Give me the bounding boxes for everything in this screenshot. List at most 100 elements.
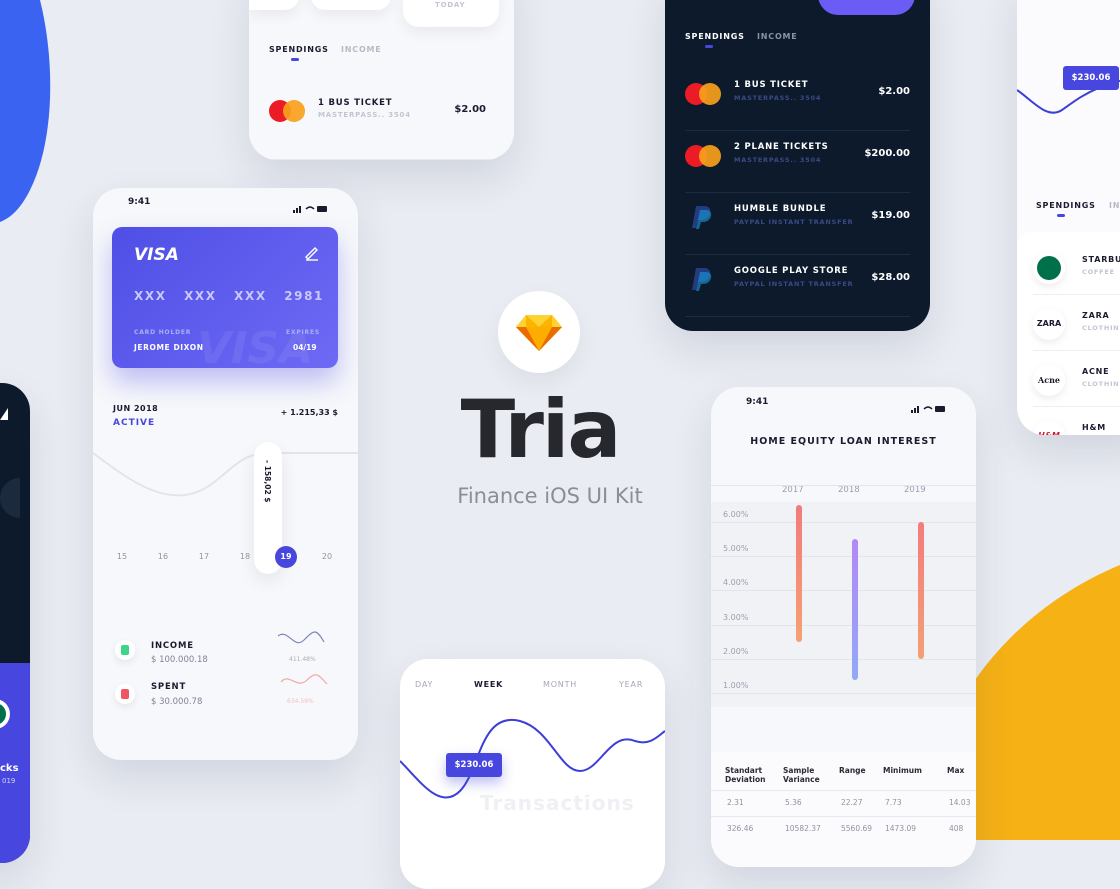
merchant-name: STARBU — [1082, 255, 1120, 264]
day-card[interactable] — [249, 0, 299, 10]
transaction-amount: $2.00 — [454, 104, 486, 115]
merchants-phone: $230.06 SPENDINGS IN STARBU COFFEE ZARA ZAR… — [1017, 0, 1120, 435]
transaction-title: 1 BUS TICKET — [734, 80, 809, 90]
credit-card[interactable]: VISA XXX XXX XXX 2981 VISA CARD HOLDER JERO… — [112, 227, 338, 368]
grid-line — [711, 624, 976, 626]
transaction-row[interactable]: 1 BUS TICKET MASTERPASS.. 3504 $2.00 — [269, 98, 494, 138]
transaction-amount: $200.00 — [864, 148, 910, 159]
hero-title: Tria — [460, 383, 622, 476]
mastercard-icon — [685, 83, 721, 105]
day-18[interactable]: 18 — [234, 546, 256, 568]
grid-line — [711, 693, 976, 694]
card-phone: 9:41 VISA XXX XXX XXX 2981 VISA CARD HOLDER… — [93, 188, 358, 760]
table-header: Standart Deviation — [725, 766, 766, 784]
sketch-icon — [516, 315, 562, 351]
tab-year[interactable]: YEAR — [619, 680, 643, 689]
transaction-amount: $2.00 — [878, 86, 910, 97]
yellow-blob — [975, 565, 1120, 840]
day-19[interactable]: 19 — [275, 546, 297, 568]
blue-card[interactable]: cks 019 — [0, 663, 30, 863]
balance-value: + 1.215,33 $ — [280, 408, 338, 417]
transaction-row[interactable]: 1 BUS TICKET MASTERPASS.. 3504 $2.00 — [685, 75, 910, 125]
transaction-sub: PAYPAL INSTANT TRANSFER — [734, 280, 854, 288]
tab-spendings[interactable]: SPENDINGS — [1036, 201, 1096, 210]
transaction-sub: MASTERPASS.. 3504 — [318, 111, 411, 119]
y-tick-label: 3.00% — [723, 612, 749, 622]
period-label: JUN 2018 — [113, 404, 159, 413]
day-16[interactable]: 16 — [152, 546, 174, 568]
merchant-logo — [1033, 252, 1065, 284]
transaction-row[interactable]: 2 PLANE TICKETS MASTERPASS.. 3504 $200.00 — [685, 137, 910, 187]
tab-income[interactable]: IN — [1109, 201, 1120, 210]
transaction-sub: PAYPAL INSTANT TRANSFER — [734, 218, 854, 226]
chart-area: 6.00% 5.00% 4.00% 3.00% 2.00% 1.00% — [711, 502, 976, 707]
day-17[interactable]: 17 — [193, 546, 215, 568]
holder-label: CARD HOLDER — [134, 329, 192, 336]
expires-value: 04/19 — [293, 343, 317, 352]
toggle-shape — [0, 478, 20, 518]
day-card[interactable] — [311, 0, 391, 10]
blue-blob — [0, 0, 51, 222]
starbucks-logo — [0, 699, 10, 729]
table-cell: 22.27 — [841, 798, 863, 807]
table-cell: 10582.37 — [785, 824, 821, 833]
balance-curve — [93, 452, 358, 497]
tab-week[interactable]: WEEK — [474, 680, 503, 689]
today-card[interactable]: TODAY — [403, 0, 499, 27]
status-icons — [911, 398, 947, 413]
transaction-title: 2 PLANE TICKETS — [734, 142, 829, 152]
merchant-category: CLOTHIN — [1082, 324, 1120, 332]
y-tick-label: 1.00% — [723, 681, 749, 690]
table-header: Sample Variance — [783, 766, 820, 784]
bar-2017 — [796, 505, 802, 642]
value-tooltip: $230.06 — [446, 753, 502, 777]
divider — [269, 159, 494, 160]
income-icon — [115, 640, 135, 660]
tab-income[interactable]: INCOME — [341, 45, 382, 54]
active-tab-indicator — [1057, 214, 1065, 217]
sketch-logo — [498, 291, 580, 373]
bar-2018 — [852, 539, 858, 680]
active-tab-indicator — [705, 45, 713, 48]
spent-label: SPENT — [151, 682, 187, 692]
mastercard-icon — [685, 145, 721, 167]
merchant-name: ACNE — [1082, 367, 1110, 376]
status-icons — [293, 198, 329, 213]
tab-day[interactable]: DAY — [415, 680, 433, 689]
spent-icon — [115, 684, 135, 704]
transaction-row[interactable]: GOOGLE PLAY STORE PAYPAL INSTANT TRANSFER… — [685, 261, 910, 311]
table-cell: 5.36 — [785, 798, 802, 807]
merchant-category: COFFEE — [1082, 268, 1115, 276]
tab-spendings[interactable]: SPENDINGS — [269, 45, 329, 54]
year-label: 2017 — [782, 485, 804, 495]
merchant-row[interactable]: H&MH&MCLOTHIN — [1017, 420, 1120, 435]
day-15[interactable]: 15 — [111, 546, 133, 568]
slider-value: - 158,02 $ — [263, 460, 272, 503]
grid-line — [711, 522, 976, 523]
table-divider — [711, 790, 976, 791]
merchant-name: ZARA — [1082, 311, 1110, 320]
merchant-logo: ZARA — [1033, 308, 1065, 340]
transaction-title: GOOGLE PLAY STORE — [734, 266, 849, 276]
tab-income[interactable]: INCOME — [757, 32, 798, 41]
grid-line — [711, 658, 976, 660]
bar-2019 — [918, 522, 924, 660]
divider — [1033, 294, 1120, 295]
day-20[interactable]: 20 — [316, 546, 338, 568]
transaction-row[interactable]: HUMBLE BUNDLE PAYPAL INSTANT TRANSFER $19.… — [685, 199, 910, 249]
dark-left-phone: cks 019 — [0, 383, 30, 863]
top-action-button[interactable] — [818, 0, 915, 15]
week-phone: DAY WEEK MONTH YEAR $230.06 Transactions — [400, 659, 665, 889]
divider — [685, 254, 910, 255]
tab-spendings[interactable]: SPENDINGS — [685, 32, 745, 41]
tab-month[interactable]: MONTH — [543, 680, 577, 689]
edit-icon[interactable] — [304, 245, 320, 261]
status-time: 9:41 — [128, 197, 151, 207]
year-label: 2018 — [838, 485, 860, 495]
transaction-amount: $28.00 — [871, 272, 910, 283]
merchant-logo: Acne — [1033, 364, 1065, 396]
status-time: 9:41 — [746, 397, 769, 407]
visa-logo: VISA — [134, 245, 179, 265]
spent-sparkline — [280, 674, 328, 685]
divider — [1033, 406, 1120, 407]
